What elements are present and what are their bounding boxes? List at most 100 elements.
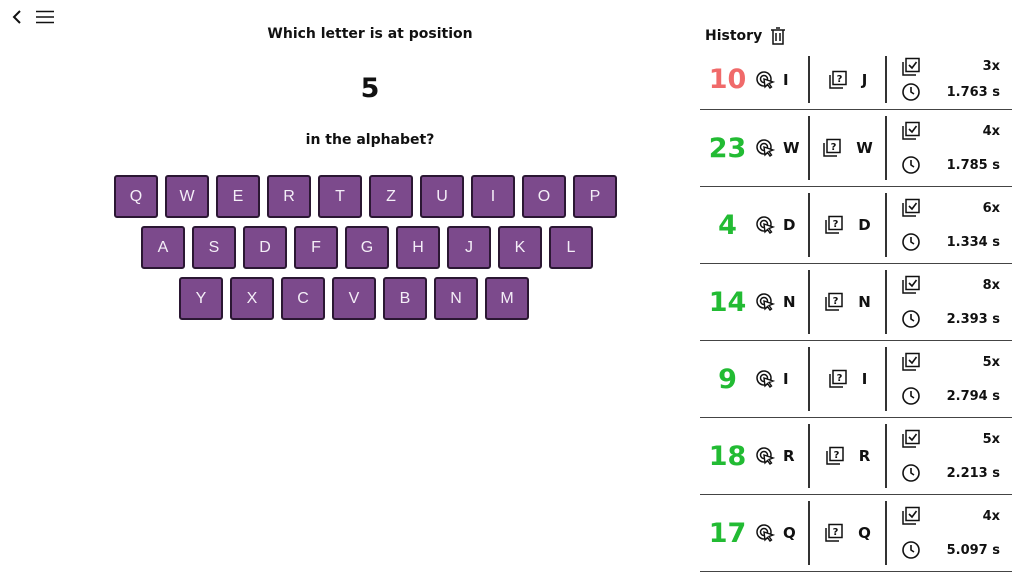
history-position-number: 23	[708, 132, 747, 164]
picked-letter: N	[783, 293, 796, 311]
key-f[interactable]: F	[294, 226, 338, 269]
correct-letter: R	[858, 447, 871, 465]
key-i[interactable]: I	[471, 175, 515, 218]
key-n[interactable]: N	[434, 277, 478, 320]
attempts-count: 5x	[982, 354, 1000, 370]
attempts-check-icon	[902, 121, 920, 140]
response-time: 1.785 s	[946, 157, 1000, 173]
key-x[interactable]: X	[230, 277, 274, 320]
correct-letter: W	[856, 139, 873, 157]
history-title: History	[705, 28, 763, 44]
key-j[interactable]: J	[447, 226, 491, 269]
time-line: 2.393 s	[901, 309, 1012, 329]
history-stats: 5x 2.213 s	[887, 418, 1012, 494]
attempts-line: 5x	[901, 429, 1012, 449]
menu-button[interactable]	[36, 8, 54, 26]
history-row: 23 W? W 4x 1.785 s	[700, 110, 1012, 187]
question-suffix: in the alphabet?	[305, 132, 435, 148]
attempts-check-icon	[902, 57, 920, 76]
clear-history-button[interactable]	[770, 27, 786, 45]
history-row: 18 R? R 5x 2.213 s	[700, 418, 1012, 495]
key-v[interactable]: V	[332, 277, 376, 320]
cursor-click-icon	[756, 216, 775, 234]
history-row: 14 N? N 8x 2.393 s	[700, 264, 1012, 341]
cursor-click-icon	[756, 524, 775, 542]
response-time: 2.213 s	[946, 465, 1000, 481]
attempts-line: 5x	[901, 352, 1012, 372]
clock-icon	[902, 310, 920, 328]
response-time: 1.334 s	[946, 234, 1000, 250]
time-line: 1.334 s	[901, 232, 1012, 252]
attempts-count: 5x	[982, 431, 1000, 447]
key-t[interactable]: T	[318, 175, 362, 218]
attempts-check-icon	[902, 352, 920, 371]
cursor-click-icon	[756, 139, 775, 157]
clock-icon	[902, 464, 920, 482]
key-q[interactable]: Q	[114, 175, 158, 218]
correct-letter-group: ? N	[810, 264, 885, 340]
question-prompt: Which letter is at position	[267, 26, 473, 42]
key-o[interactable]: O	[522, 175, 566, 218]
history-row: 10 I? J 3x 1.763 s	[700, 50, 1012, 110]
history-list: 10 I? J 3x 1.763 s 23 W? W 4x 1.785 s 4 D? D 6x 1.334 …	[700, 50, 1012, 572]
back-button[interactable]	[8, 8, 26, 26]
history-stats: 4x 1.785 s	[887, 110, 1012, 186]
correct-letter-group: ? Q	[810, 495, 885, 571]
response-time: 5.097 s	[946, 542, 1000, 558]
picked-letter: R	[783, 447, 795, 465]
key-p[interactable]: P	[573, 175, 617, 218]
key-a[interactable]: A	[141, 226, 185, 269]
question-card-icon: ?	[825, 523, 843, 542]
attempts-count: 4x	[982, 123, 1000, 139]
picked-letter-group: W	[755, 110, 808, 186]
picked-letter: W	[783, 139, 800, 157]
key-g[interactable]: G	[345, 226, 389, 269]
time-line: 1.785 s	[901, 155, 1012, 175]
picked-letter-group: I	[755, 50, 808, 109]
attempts-line: 8x	[901, 275, 1012, 295]
correct-letter: Q	[858, 524, 871, 542]
history-row: 9 I? I 5x 2.794 s	[700, 341, 1012, 418]
question-card-icon: ?	[828, 369, 847, 388]
key-c[interactable]: C	[281, 277, 325, 320]
svg-text:?: ?	[831, 142, 837, 153]
clock-icon	[902, 83, 920, 102]
letter-keyboard: QWERTZUIOP ASDFGHJKL YXCVBNM	[114, 175, 628, 328]
picked-letter: D	[783, 216, 796, 234]
picked-letter: I	[783, 70, 789, 89]
key-z[interactable]: Z	[369, 175, 413, 218]
correct-letter-group: ? W	[810, 110, 885, 186]
keyboard-row-1: QWERTZUIOP	[114, 175, 628, 218]
key-b[interactable]: B	[383, 277, 427, 320]
key-m[interactable]: M	[485, 277, 529, 320]
picked-letter-group: R	[755, 418, 808, 494]
svg-text:?: ?	[836, 373, 842, 384]
key-d[interactable]: D	[243, 226, 287, 269]
question-card-icon: ?	[828, 70, 847, 89]
history-position-number: 17	[708, 517, 747, 549]
key-e[interactable]: E	[216, 175, 260, 218]
history-stats: 8x 2.393 s	[887, 264, 1012, 340]
question-card-icon: ?	[823, 138, 841, 157]
key-s[interactable]: S	[192, 226, 236, 269]
key-u[interactable]: U	[420, 175, 464, 218]
cursor-click-icon	[756, 370, 775, 388]
key-y[interactable]: Y	[179, 277, 223, 320]
keyboard-row-2: ASDFGHJKL	[114, 226, 628, 269]
picked-letter-group: I	[755, 341, 808, 417]
question-card-icon: ?	[825, 215, 844, 234]
key-w[interactable]: W	[165, 175, 209, 218]
key-r[interactable]: R	[267, 175, 311, 218]
key-h[interactable]: H	[396, 226, 440, 269]
picked-letter-group: Q	[755, 495, 808, 571]
response-time: 2.794 s	[946, 388, 1000, 404]
response-time: 2.393 s	[946, 311, 1000, 327]
picked-letter: I	[783, 370, 789, 388]
key-k[interactable]: K	[498, 226, 542, 269]
correct-letter-group: ? J	[810, 50, 885, 109]
attempts-count: 8x	[982, 277, 1000, 293]
key-l[interactable]: L	[549, 226, 593, 269]
cursor-click-icon	[756, 293, 775, 311]
history-stats: 4x 5.097 s	[887, 495, 1012, 571]
clock-icon	[902, 387, 920, 405]
